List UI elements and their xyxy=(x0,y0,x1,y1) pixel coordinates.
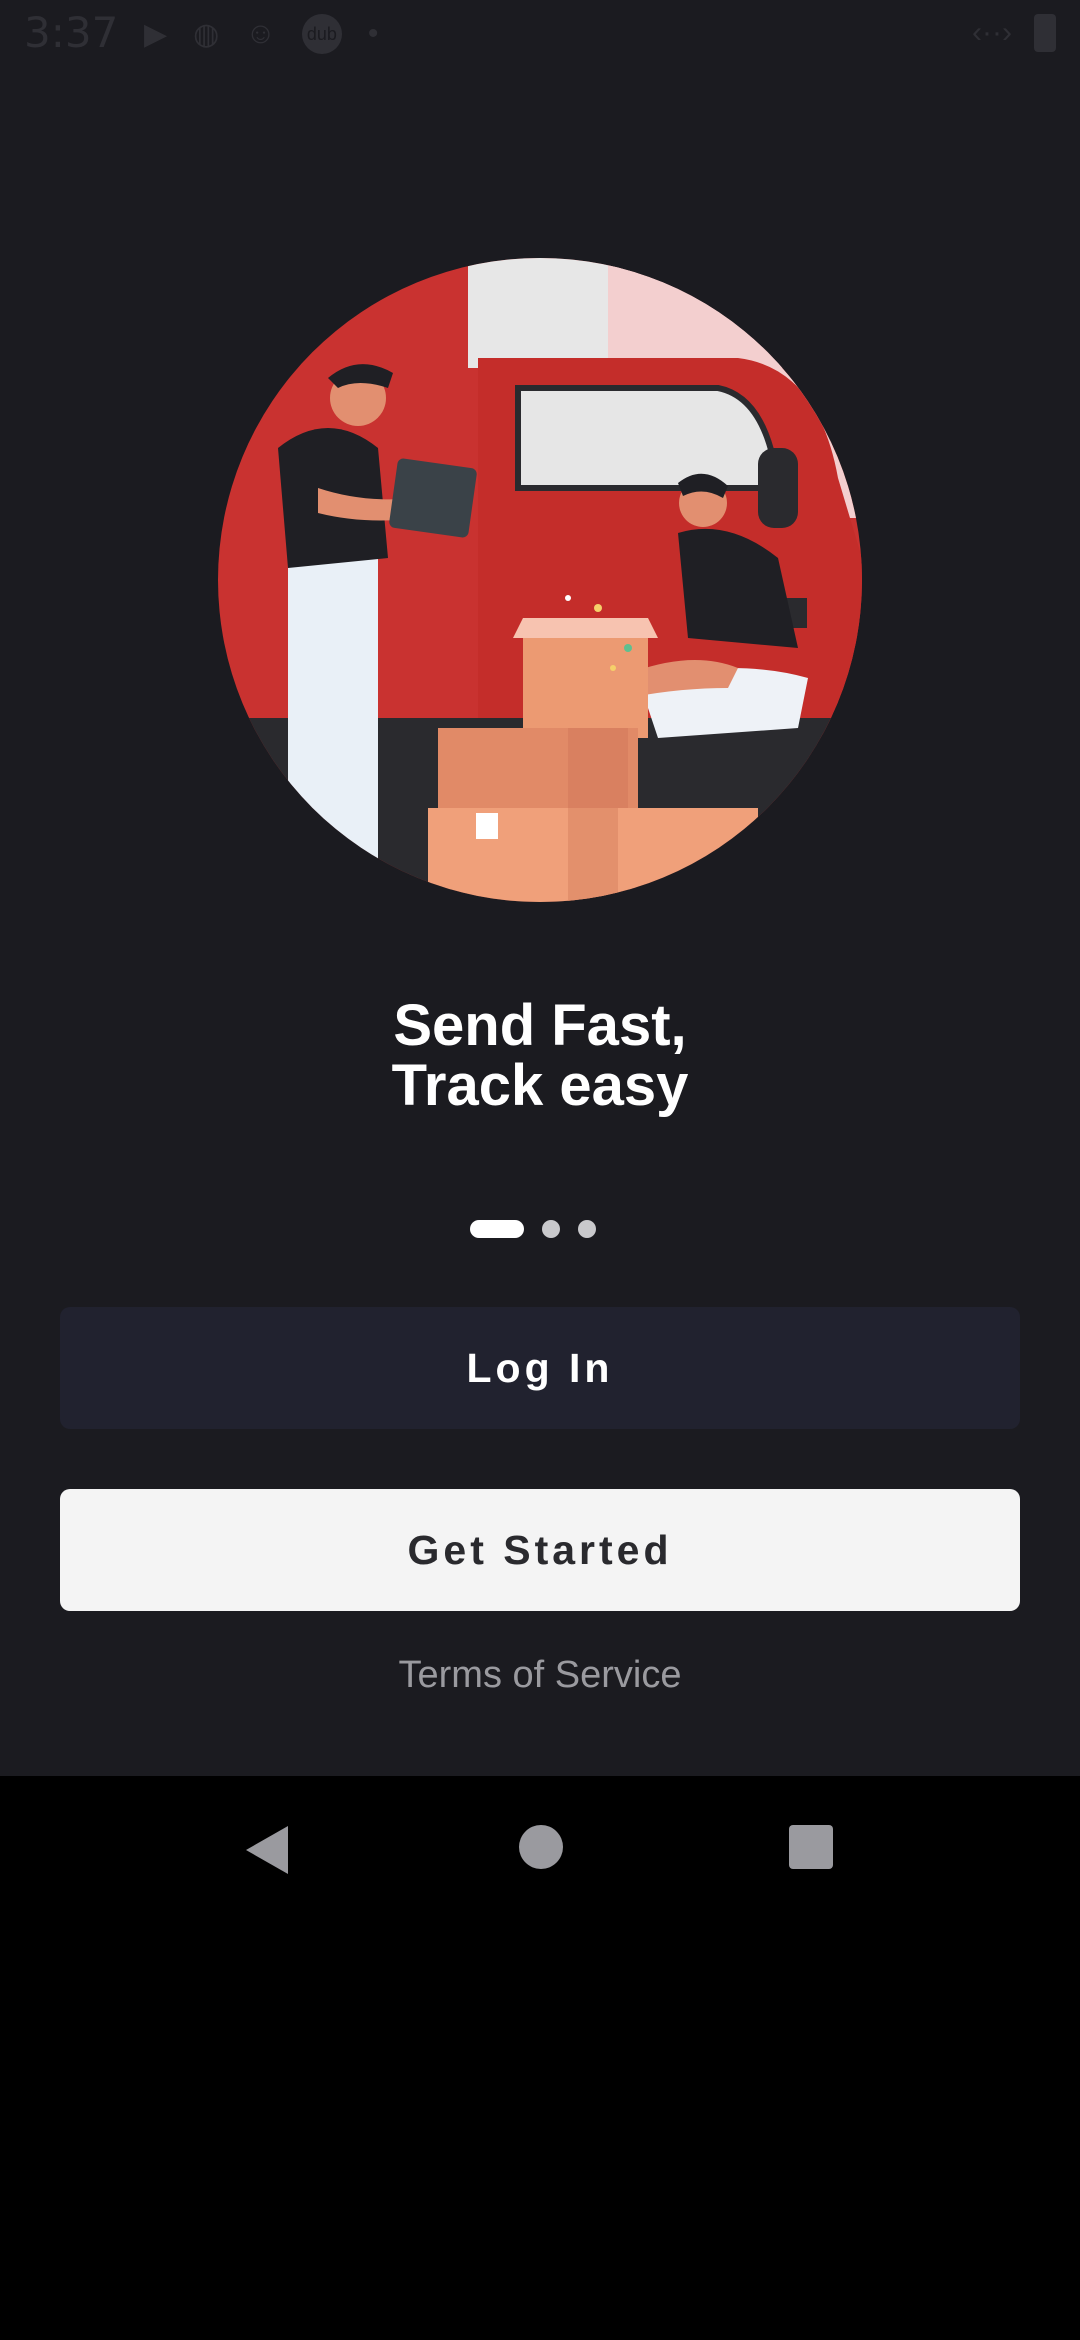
onboarding-headline: Send Fast, Track easy xyxy=(0,996,1080,1116)
terms-of-service-link[interactable]: Terms of Service xyxy=(0,1654,1080,1697)
headline-line-2: Track easy xyxy=(391,1053,689,1118)
game-controller-icon: ◍ xyxy=(193,17,220,51)
delivery-illustration xyxy=(218,258,862,902)
back-icon[interactable] xyxy=(244,1824,290,1876)
system-icons: ‹··› xyxy=(972,14,1056,52)
notification-icons: ▶ ◍ ☺ dub • xyxy=(144,14,378,54)
page-dot-3[interactable] xyxy=(578,1220,596,1238)
login-button[interactable]: Log In xyxy=(60,1307,1020,1429)
face-icon: ☺ xyxy=(245,17,276,50)
recents-icon[interactable] xyxy=(788,1824,834,1870)
page-indicator xyxy=(470,1220,596,1238)
data-transfer-icon: ‹··› xyxy=(972,16,1012,49)
page-dot-1-active[interactable] xyxy=(470,1220,524,1238)
system-navigation-bar xyxy=(0,1776,1080,1920)
get-started-button[interactable]: Get Started xyxy=(60,1489,1020,1611)
dub-icon: dub xyxy=(301,14,342,54)
play-icon: ▶ xyxy=(144,17,168,51)
onboarding-screen: 3:37 ▶ ◍ ☺ dub • ‹··› Send Fast, Track e… xyxy=(0,0,1080,1776)
home-icon[interactable] xyxy=(518,1824,564,1870)
status-bar: 3:37 ▶ ◍ ☺ dub • ‹··› xyxy=(0,0,1080,72)
headline-line-1: Send Fast, xyxy=(393,993,687,1058)
battery-icon xyxy=(1034,14,1056,52)
page-dot-2[interactable] xyxy=(542,1220,560,1238)
status-time: 3:37 xyxy=(24,8,119,57)
dot-icon: • xyxy=(367,17,379,50)
